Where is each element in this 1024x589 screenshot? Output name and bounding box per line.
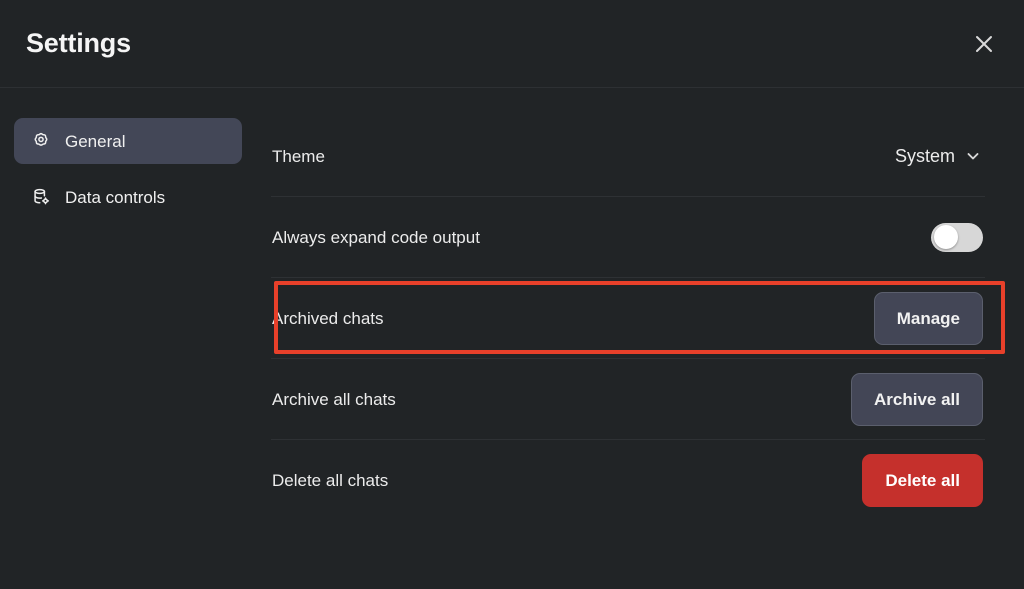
sidebar-item-label: Data controls bbox=[65, 187, 166, 207]
setting-row-archive-all-chats: Archive all chats Archive all bbox=[271, 359, 985, 440]
page-title: Settings bbox=[26, 28, 131, 58]
setting-label-archived-chats: Archived chats bbox=[272, 308, 384, 328]
setting-row-delete-all-chats: Delete all chats Delete all bbox=[271, 440, 985, 521]
sidebar-item-general[interactable]: General bbox=[14, 118, 242, 164]
sidebar-item-data-controls[interactable]: Data controls bbox=[14, 174, 242, 220]
setting-row-expand-code-output: Always expand code output bbox=[271, 197, 985, 278]
expand-code-output-toggle[interactable] bbox=[931, 222, 983, 252]
manage-button[interactable]: Manage bbox=[873, 291, 983, 345]
setting-control-expand-code-output bbox=[931, 222, 983, 252]
settings-dialog: Settings General Data controls Theme Sys… bbox=[0, 0, 1024, 589]
setting-row-theme: Theme System bbox=[271, 116, 985, 197]
setting-control-archived-chats: Manage bbox=[873, 291, 983, 345]
setting-control-theme: System bbox=[893, 143, 983, 169]
close-button[interactable] bbox=[964, 24, 1004, 64]
gear-icon bbox=[30, 131, 51, 152]
settings-panel: Theme System Always expand code output A… bbox=[256, 88, 1024, 589]
setting-label-expand-code-output: Always expand code output bbox=[272, 227, 480, 247]
theme-select-value: System bbox=[894, 146, 955, 166]
setting-label-archive-all-chats: Archive all chats bbox=[272, 389, 396, 409]
sidebar: General Data controls bbox=[0, 88, 256, 589]
setting-label-delete-all-chats: Delete all chats bbox=[272, 471, 389, 490]
chevron-down-icon bbox=[965, 148, 981, 164]
settings-list: Theme System Always expand code output A… bbox=[271, 88, 985, 521]
setting-control-delete-all-chats: Delete all bbox=[862, 454, 983, 507]
close-icon bbox=[973, 33, 995, 55]
delete-all-button[interactable]: Delete all bbox=[862, 454, 983, 507]
archive-all-button[interactable]: Archive all bbox=[851, 372, 983, 426]
setting-label-theme: Theme bbox=[272, 146, 325, 166]
setting-row-archived-chats: Archived chats Manage bbox=[271, 278, 985, 359]
database-gear-icon bbox=[30, 187, 51, 208]
theme-select[interactable]: System bbox=[893, 143, 983, 169]
sidebar-item-label: General bbox=[65, 131, 126, 151]
setting-control-archive-all-chats: Archive all bbox=[851, 372, 983, 426]
dialog-header: Settings bbox=[0, 0, 1024, 88]
toggle-knob bbox=[933, 225, 958, 249]
dialog-body: General Data controls Theme System Alway… bbox=[0, 88, 1024, 589]
